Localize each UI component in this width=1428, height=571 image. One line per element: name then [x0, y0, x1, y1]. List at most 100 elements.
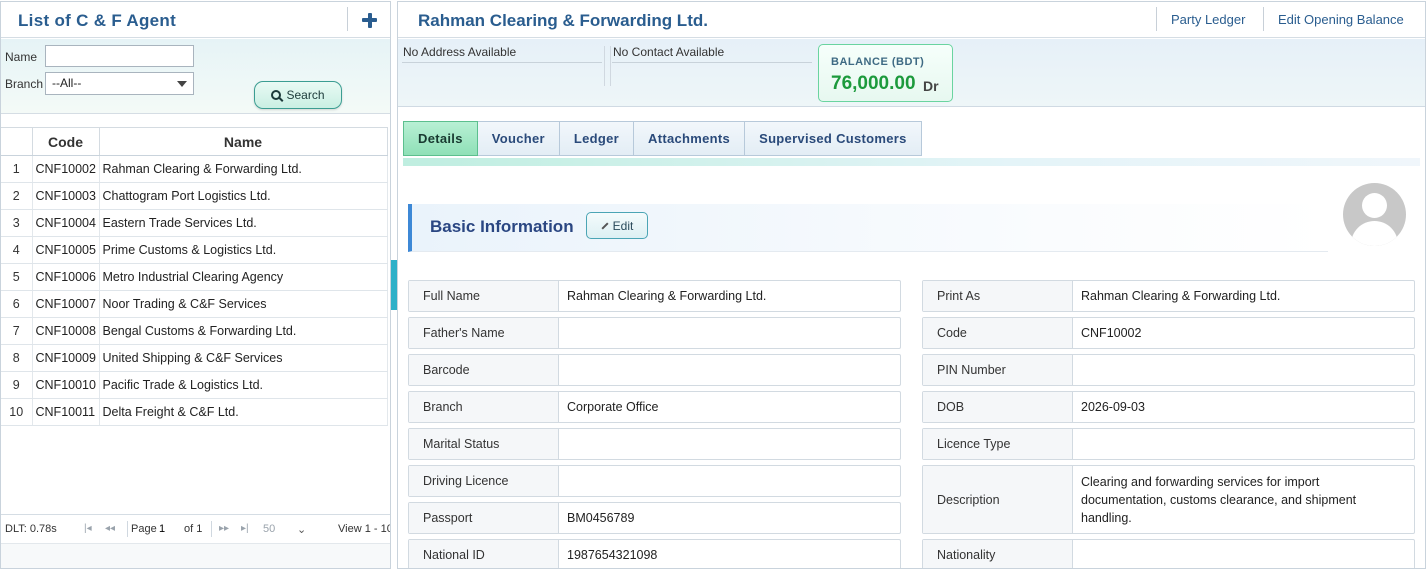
field-row: Licence Type [922, 428, 1415, 460]
agent-detail-panel: Rahman Clearing & Forwarding Ltd. Party … [397, 1, 1426, 569]
name-column-header[interactable]: Name [99, 127, 388, 156]
field-label: Code [923, 318, 1073, 348]
section-title: Basic Information [430, 217, 574, 236]
table-row[interactable]: 6 CNF10007 Noor Trading & C&F Services [1, 290, 388, 318]
table-row[interactable]: 2 CNF10003 Chattogram Port Logistics Ltd. [1, 182, 388, 210]
name-search-input[interactable] [45, 45, 194, 67]
chevron-down-icon[interactable]: ⌄ [297, 523, 306, 536]
table-row[interactable]: 8 CNF10009 United Shipping & C&F Services [1, 344, 388, 372]
page-label: Page [131, 523, 157, 535]
name-label: Name [5, 50, 38, 64]
contact-underline [612, 62, 812, 63]
field-label: Branch [409, 392, 559, 422]
branch-select[interactable]: --All-- [45, 72, 194, 95]
grid-pager: DLT: 0.78s |◂ ◂◂ Page of 1 ▸▸ ▸| 50 ⌄ Vi… [1, 514, 390, 542]
tab-voucher[interactable]: Voucher [477, 121, 560, 156]
agent-code-cell: CNF10010 [32, 371, 100, 399]
agent-list-header: List of C & F Agent [1, 2, 390, 38]
table-row[interactable]: 5 CNF10006 Metro Industrial Clearing Agenc… [1, 263, 388, 291]
table-row[interactable]: 1 CNF10002 Rahman Clearing & Forwarding Lt… [1, 155, 388, 183]
row-number: 1 [1, 155, 33, 183]
field-row: Full Name Rahman Clearing & Forwarding Lt… [408, 280, 901, 312]
search-button[interactable]: Search [254, 81, 342, 109]
info-divider [604, 46, 605, 86]
table-row[interactable]: 4 CNF10005 Prime Customs & Logistics Ltd. [1, 236, 388, 264]
field-label: Description [923, 466, 1073, 533]
field-row: Barcode [408, 354, 901, 386]
tab-details[interactable]: Details [403, 121, 478, 156]
tab-supervised-customers[interactable]: Supervised Customers [745, 121, 922, 156]
detail-header: Rahman Clearing & Forwarding Ltd. Party … [398, 2, 1425, 38]
field-row: DOB 2026-09-03 [922, 391, 1415, 423]
agent-code-cell: CNF10008 [32, 317, 100, 345]
agent-code-cell: CNF10011 [32, 398, 100, 426]
avatar[interactable] [1343, 183, 1406, 246]
field-value [1081, 429, 1406, 459]
field-value [567, 355, 892, 385]
edit-button-label: Edit [612, 218, 634, 233]
agent-name-cell: Rahman Clearing & Forwarding Ltd. [99, 155, 388, 183]
next-page-icon[interactable]: ▸▸ [219, 523, 229, 534]
agent-name-cell: Noor Trading & C&F Services [99, 290, 388, 318]
agent-name-cell: Metro Industrial Clearing Agency [99, 263, 388, 291]
field-value: Corporate Office [567, 400, 659, 414]
edit-basic-info-button[interactable]: Edit [586, 212, 648, 239]
field-row: Marital Status [408, 428, 901, 460]
pencil-icon [601, 221, 609, 230]
table-row[interactable]: 10 CNF10011 Delta Freight & C&F Ltd. [1, 398, 388, 426]
table-row[interactable]: 7 CNF10008 Bengal Customs & Forwarding Ltd… [1, 317, 388, 345]
dlt-text: DLT: 0.78s [5, 523, 57, 535]
field-value: 1987654321098 [567, 548, 658, 562]
agent-code-cell: CNF10006 [32, 263, 100, 291]
header-divider [347, 7, 348, 31]
caret-down-icon [177, 81, 187, 87]
field-label: Full Name [409, 281, 559, 311]
field-label: National ID [409, 540, 559, 568]
code-column-header[interactable]: Code [32, 127, 100, 156]
balance-label: BALANCE (BDT) [831, 56, 925, 68]
row-number: 5 [1, 263, 33, 291]
party-ledger-link[interactable]: Party Ledger [1171, 12, 1245, 27]
row-number: 4 [1, 236, 33, 264]
add-agent-button[interactable] [357, 5, 381, 33]
detail-tabs: Details Voucher Ledger Attachments Super… [403, 121, 922, 156]
row-number: 10 [1, 398, 33, 426]
field-value [567, 429, 892, 459]
basic-information-header: Basic Information Edit [408, 204, 1328, 252]
filter-area: Name Branch --All-- Search [1, 39, 390, 114]
user-body-shape [1351, 221, 1398, 246]
prev-page-icon[interactable]: ◂◂ [105, 523, 115, 534]
tab-ledger[interactable]: Ledger [559, 121, 635, 156]
agent-code-cell: CNF10003 [32, 182, 100, 210]
row-number: 2 [1, 182, 33, 210]
agent-name-cell: Pacific Trade & Logistics Ltd. [99, 371, 388, 399]
party-name-title: Rahman Clearing & Forwarding Ltd. [418, 11, 708, 30]
agent-code-cell: CNF10009 [32, 344, 100, 372]
first-page-icon[interactable]: |◂ [84, 523, 92, 534]
details-content: Basic Information Edit Full Name Rahman C… [398, 166, 1425, 568]
field-value [567, 318, 892, 348]
page-size-select[interactable]: 50 [263, 523, 275, 535]
last-page-icon[interactable]: ▸| [241, 523, 249, 534]
search-button-label: Search [286, 88, 325, 102]
field-value [1081, 540, 1406, 568]
panel-title: List of C & F Agent [18, 11, 177, 30]
field-value: CNF10002 [1081, 326, 1142, 340]
agent-name-cell: Chattogram Port Logistics Ltd. [99, 182, 388, 210]
pager-divider [127, 521, 128, 537]
agent-name-cell: United Shipping & C&F Services [99, 344, 388, 372]
field-row: Branch Corporate Office [408, 391, 901, 423]
field-row: Father's Name [408, 317, 901, 349]
row-number: 9 [1, 371, 33, 399]
tab-attachments[interactable]: Attachments [634, 121, 746, 156]
table-row[interactable]: 9 CNF10010 Pacific Trade & Logistics Ltd. [1, 371, 388, 399]
field-label: Marital Status [409, 429, 559, 459]
edit-opening-balance-link[interactable]: Edit Opening Balance [1278, 12, 1404, 27]
address-text: No Address Available [403, 45, 517, 59]
field-value: Rahman Clearing & Forwarding Ltd. [1081, 289, 1281, 303]
field-row: Print As Rahman Clearing & Forwarding Ltd… [922, 280, 1415, 312]
table-row[interactable]: 3 CNF10004 Eastern Trade Services Ltd. [1, 209, 388, 237]
page-number-input[interactable] [159, 521, 179, 537]
field-row: Driving Licence [408, 465, 901, 497]
field-label: Father's Name [409, 318, 559, 348]
